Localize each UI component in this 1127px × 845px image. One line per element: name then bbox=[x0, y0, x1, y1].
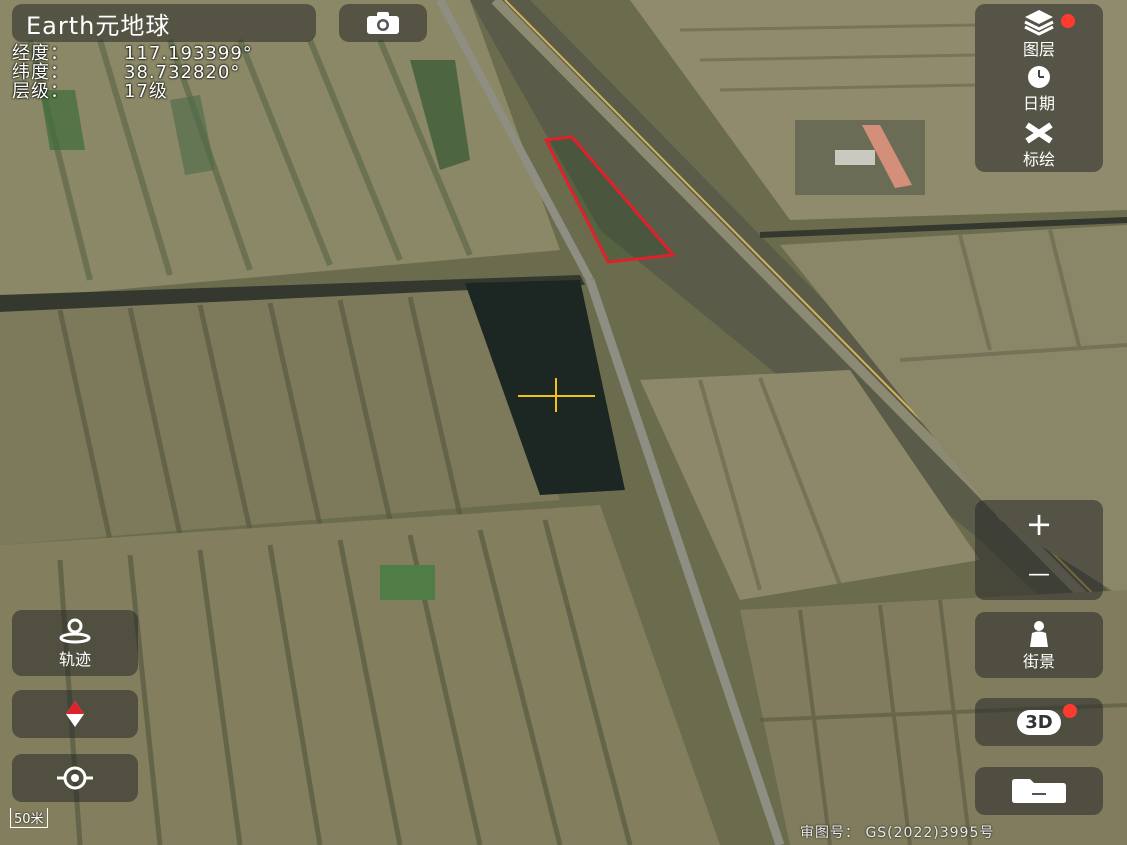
track-icon bbox=[59, 618, 91, 644]
latitude-label: 纬度： bbox=[12, 62, 69, 83]
folder-icon bbox=[1012, 779, 1066, 803]
layers-label: 图层 bbox=[1022, 40, 1055, 59]
layers-icon bbox=[1024, 10, 1054, 36]
screenshot-button[interactable] bbox=[339, 4, 427, 42]
level-value: 17级 bbox=[124, 81, 168, 102]
3d-label: 3D bbox=[1025, 711, 1053, 733]
3d-badge: 3D bbox=[1017, 709, 1061, 735]
locate-icon bbox=[57, 766, 93, 790]
person-icon bbox=[1030, 621, 1048, 647]
date-button[interactable]: 日期 bbox=[975, 64, 1103, 114]
compass-icon bbox=[66, 701, 84, 727]
scale-bar: 50米 bbox=[10, 808, 48, 828]
satellite-map[interactable] bbox=[0, 0, 1127, 845]
folder-button[interactable] bbox=[975, 767, 1103, 815]
latitude-value: 38.732820° bbox=[124, 62, 241, 83]
camera-icon bbox=[367, 12, 399, 34]
longitude-value: 117.193399° bbox=[124, 43, 253, 64]
draw-button[interactable]: 标绘 bbox=[975, 120, 1103, 170]
right-toolbar: 图层 日期 标绘 bbox=[975, 4, 1103, 172]
layers-notification-dot bbox=[1061, 14, 1075, 28]
3d-button[interactable]: 3D bbox=[975, 698, 1103, 746]
compass-button[interactable] bbox=[12, 690, 138, 738]
layers-button[interactable]: 图层 bbox=[975, 8, 1103, 60]
street-view-button[interactable]: 街景 bbox=[975, 612, 1103, 678]
track-label: 轨迹 bbox=[58, 650, 91, 669]
app-title-panel: Earth元地球 bbox=[12, 4, 316, 42]
draw-label: 标绘 bbox=[1022, 150, 1055, 169]
app-title: Earth元地球 bbox=[26, 11, 171, 40]
calendar-clock-icon bbox=[1028, 66, 1050, 88]
longitude-label: 经度： bbox=[12, 43, 69, 64]
ruler-pencil-icon bbox=[1025, 122, 1053, 144]
level-label: 层级： bbox=[12, 81, 69, 102]
zoom-in-button[interactable]: + bbox=[975, 500, 1103, 548]
locate-button[interactable] bbox=[12, 754, 138, 802]
zoom-out-button[interactable]: — bbox=[975, 550, 1103, 598]
3d-notification-dot bbox=[1063, 704, 1077, 718]
map-approval-number: 审图号： GS(2022)3995号 bbox=[800, 825, 995, 841]
coordinate-readout: 经度： 117.193399° 纬度： 38.732820° 层级： 17级 bbox=[12, 44, 253, 101]
date-label: 日期 bbox=[1022, 94, 1055, 113]
track-button[interactable]: 轨迹 bbox=[12, 610, 138, 676]
street-view-label: 街景 bbox=[1022, 652, 1055, 671]
zoom-control: + — bbox=[975, 500, 1103, 600]
